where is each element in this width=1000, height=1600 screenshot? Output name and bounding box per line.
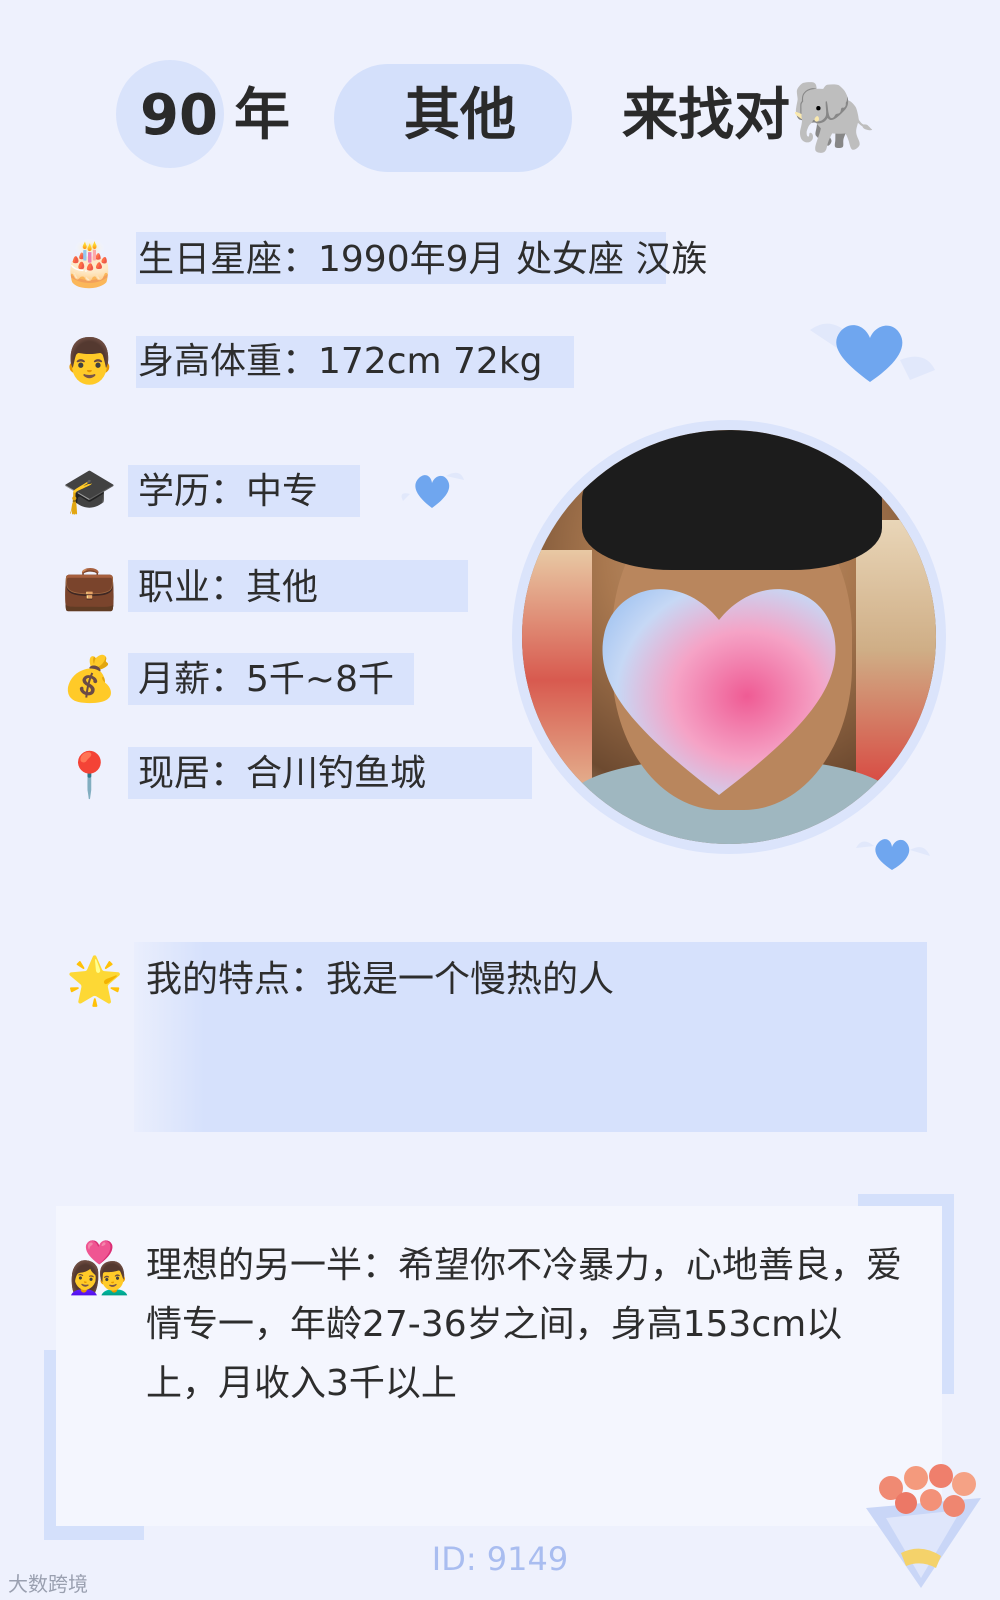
info-education: 学历：中专 — [138, 471, 319, 512]
watermark-text: 大数跨境 — [8, 1572, 88, 1596]
profile-id: ID: 9149 — [431, 1540, 569, 1578]
birthday-cake-icon: 🎂 — [62, 238, 117, 289]
ideal-partner-text: 理想的另一半：希望你不冷暴力，心地善良，爱情专一，年龄27-36岁之间，身高15… — [146, 1245, 903, 1404]
man-face-icon: 👨 — [62, 336, 117, 387]
money-bag-icon: 💰 — [62, 654, 117, 705]
info-birthday: 生日星座：1990年9月 处女座 汉族 — [138, 239, 708, 280]
graduation-cap-icon: 🎓 — [62, 466, 117, 517]
info-height-weight: 身高体重：172cm 72kg — [138, 341, 543, 382]
header-occupation: 其他 — [404, 83, 516, 148]
star-icon: 🌟 — [66, 953, 124, 1007]
location-pin-icon: 📍 — [62, 750, 117, 801]
winged-heart-icon — [810, 323, 935, 382]
elephant-icon: 🐘 — [790, 76, 878, 158]
couple-heart-icon: 👩‍❤️‍👨 — [68, 1239, 131, 1297]
traits-text: 我的特点：我是一个慢热的人 — [146, 959, 615, 1000]
birth-year-unit: 年 — [234, 83, 290, 148]
birth-year-number: 90 — [140, 83, 218, 148]
briefcase-icon: 💼 — [62, 562, 117, 613]
info-residence: 现居：合川钓鱼城 — [138, 753, 427, 794]
header-seeking: 来找对 — [622, 83, 790, 148]
info-job: 职业：其他 — [138, 567, 319, 608]
profile-photo — [522, 430, 936, 844]
small-heart-icon — [401, 472, 464, 508]
info-salary: 月薪：5千~8千 — [138, 659, 394, 700]
heart-privacy-mask-icon — [602, 589, 836, 795]
